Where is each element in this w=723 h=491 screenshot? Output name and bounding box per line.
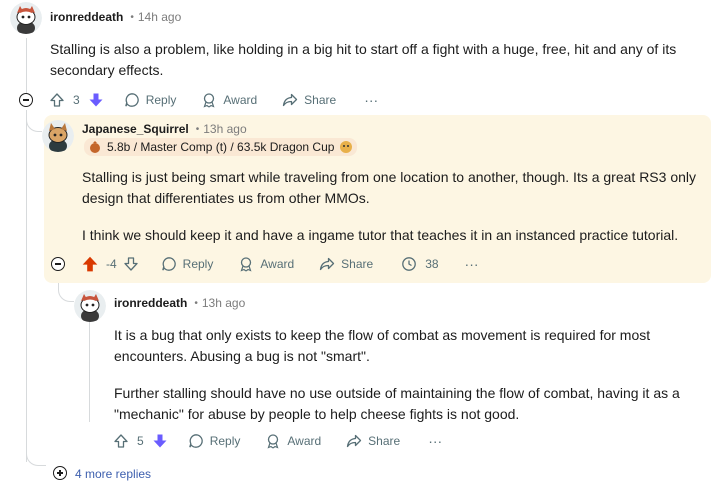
share-button[interactable]: Share (319, 256, 373, 272)
upvote-icon (82, 256, 98, 272)
comment-time[interactable]: 13h ago (202, 296, 245, 310)
more-options-button[interactable]: ··· (465, 256, 479, 272)
comment-bubble-icon (124, 93, 139, 107)
vote-score: -4 (106, 257, 117, 271)
comment-meta: ironreddeath • 13h ago (114, 294, 245, 312)
comment-actions: 5 Reply Award Share ··· (113, 429, 442, 453)
comment-author[interactable]: Japanese_Squirrel (82, 122, 189, 136)
clock-icon (402, 257, 417, 271)
downvote-button[interactable] (152, 433, 168, 449)
comment-time[interactable]: 13h ago (203, 122, 246, 136)
snoo-avatar-icon (42, 120, 74, 152)
award-label: Award (223, 93, 258, 107)
comment-bubble-icon (161, 257, 176, 271)
upvote-button[interactable] (49, 92, 65, 108)
share-icon (283, 93, 298, 107)
comment-meta: Japanese_Squirrel • 13h ago (82, 120, 247, 138)
comment-author[interactable]: ironreddeath (114, 296, 187, 310)
comment-paragraph: Further stalling should have no use outs… (114, 385, 680, 422)
more-replies-link[interactable]: 4 more replies (75, 467, 151, 481)
reply-label: Reply (182, 257, 214, 271)
share-button[interactable]: Share (346, 433, 400, 449)
thread-curve-more (26, 450, 46, 466)
collapse-thread-button[interactable] (51, 257, 65, 271)
flair-text: 5.8b / Master Comp (t) / 63.5k Dragon Cu… (107, 140, 335, 154)
share-button[interactable]: Share (282, 92, 336, 108)
ellipsis-icon: ··· (364, 92, 379, 108)
vote-score: 3 (73, 93, 80, 107)
share-icon (347, 434, 362, 448)
user-flair: 5.8b / Master Comp (t) / 63.5k Dragon Cu… (84, 138, 358, 156)
flair-pouch-icon (90, 141, 100, 153)
ellipsis-icon: ··· (464, 256, 479, 272)
award-button[interactable]: Award (238, 256, 294, 272)
snoo-avatar-icon (10, 2, 42, 34)
separator-dot: • (195, 123, 200, 135)
upvote-icon (114, 434, 128, 448)
more-options-button[interactable]: ··· (428, 433, 442, 449)
comment-paragraph: I think we should keep it and have a ing… (82, 227, 679, 243)
expand-replies-button[interactable] (53, 466, 67, 480)
award-icon (267, 434, 279, 449)
comment-author[interactable]: ironreddeath (50, 10, 123, 24)
upvote-button[interactable] (81, 255, 99, 273)
award-icon (203, 93, 215, 108)
comment-time[interactable]: 14h ago (138, 10, 181, 24)
awards-count-button[interactable]: 38 (401, 256, 439, 272)
comment-paragraph: Stalling is also a problem, like holding… (50, 41, 677, 78)
avatar[interactable] (10, 2, 42, 34)
vote-score: 5 (137, 434, 144, 448)
comment-paragraph: It is a bug that only exists to keep the… (114, 327, 651, 364)
share-icon (320, 257, 335, 271)
reply-label: Reply (209, 434, 241, 448)
upvote-icon (50, 93, 64, 107)
comment-bubble-icon (188, 434, 203, 448)
thread-curve-comment2 (26, 114, 42, 132)
snoo-avatar-icon (74, 290, 106, 322)
comment-meta: ironreddeath • 14h ago (50, 8, 181, 26)
comment-body: It is a bug that only exists to keep the… (114, 325, 714, 425)
avatar[interactable] (42, 120, 74, 152)
share-label: Share (341, 257, 374, 271)
thread-line-root-lower (26, 110, 27, 462)
share-label: Share (304, 93, 337, 107)
flair-squirrel-icon (340, 141, 353, 153)
comment-body: Stalling is also a problem, like holding… (50, 39, 700, 81)
awards-count: 38 (425, 257, 439, 271)
separator-dot: • (194, 297, 198, 309)
comment-actions: -4 Reply Award Share 38 ··· (81, 252, 479, 276)
more-options-button[interactable]: ··· (364, 92, 378, 108)
share-label: Share (368, 434, 401, 448)
award-button[interactable]: Award (265, 433, 321, 449)
downvote-button[interactable] (123, 256, 139, 272)
comment-paragraph: Stalling is just being smart while trave… (82, 169, 697, 206)
downvote-icon (89, 93, 103, 107)
award-label: Award (260, 257, 295, 271)
comment-actions: 3 Reply Award Share ··· (49, 88, 378, 112)
separator-dot: • (130, 11, 134, 23)
reply-button[interactable]: Reply (161, 256, 214, 272)
reply-label: Reply (145, 93, 177, 107)
reply-button[interactable]: Reply (124, 92, 177, 108)
upvote-button[interactable] (113, 433, 129, 449)
ellipsis-icon: ··· (428, 433, 443, 449)
downvote-icon (153, 434, 167, 448)
award-label: Award (287, 434, 322, 448)
reply-button[interactable]: Reply (188, 433, 241, 449)
award-button[interactable]: Award (201, 92, 257, 108)
downvote-button[interactable] (88, 92, 104, 108)
collapse-thread-button[interactable] (19, 93, 33, 107)
award-icon (240, 257, 252, 272)
comment-body: Stalling is just being smart while trave… (82, 167, 702, 246)
avatar[interactable] (74, 290, 106, 322)
downvote-icon (124, 257, 138, 271)
thread-line-root (26, 38, 27, 98)
thread-line-comment3 (89, 322, 90, 422)
thread-curve-comment3 (58, 280, 74, 302)
